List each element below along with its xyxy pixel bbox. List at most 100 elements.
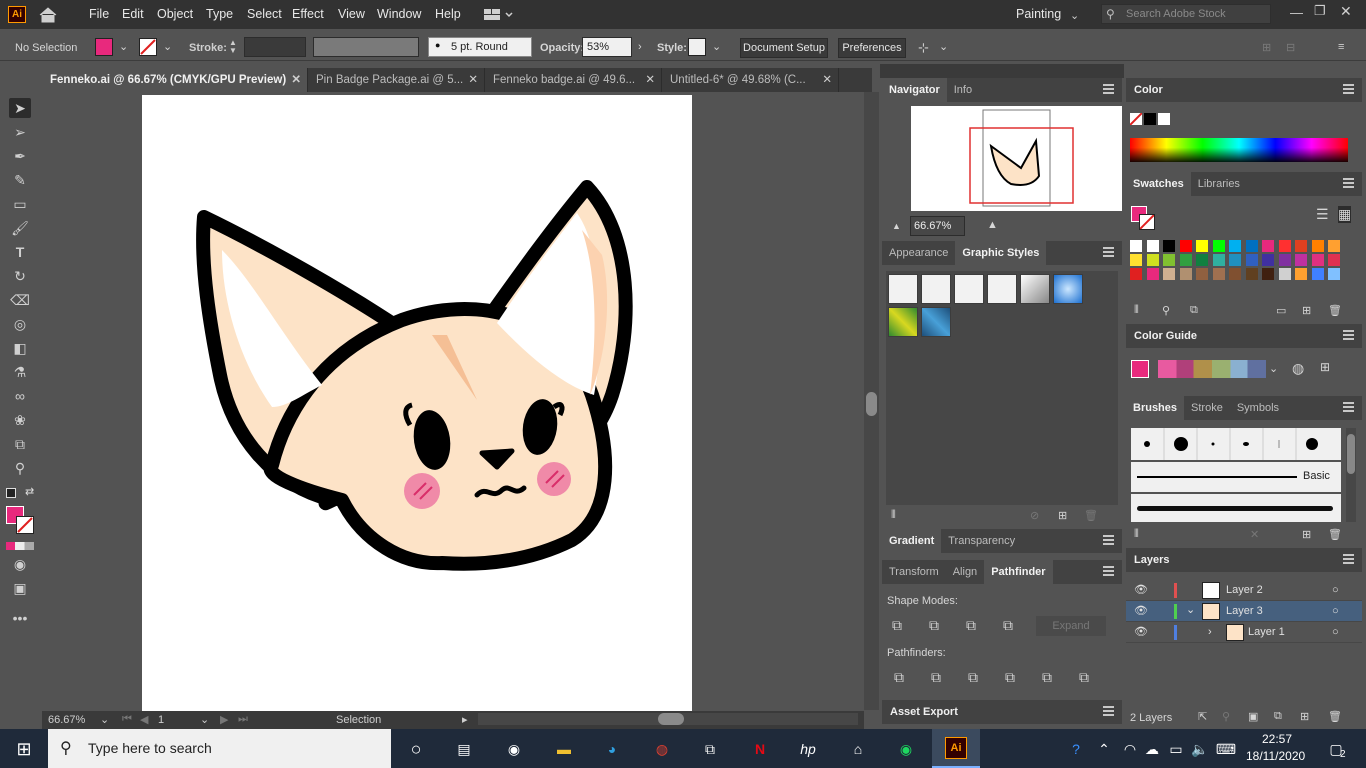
tab-navigator[interactable]: Navigator <box>882 78 947 102</box>
tab-pin-badge[interactable]: Pin Badge Package.ai @ 5... ✕ <box>308 68 485 92</box>
color-swatch[interactable] <box>1212 240 1225 252</box>
home-icon[interactable] <box>37 6 59 24</box>
minus-front-icon[interactable]: ⧉ <box>929 617 939 634</box>
save-group-icon[interactable]: ⊞ <box>1320 360 1330 374</box>
workspace-switcher[interactable]: Painting <box>1016 7 1061 21</box>
artboard[interactable] <box>142 95 692 711</box>
clock-time[interactable]: 22:57 <box>1262 732 1292 746</box>
edge-icon[interactable]: ◕ <box>600 737 624 761</box>
onedrive-icon[interactable]: ☁ <box>1140 737 1164 761</box>
graphic-style-gray[interactable] <box>1020 274 1050 304</box>
exclude-icon[interactable]: ⧉ <box>1003 617 1013 634</box>
horizontal-scrollbar[interactable] <box>478 713 858 725</box>
color-swatch[interactable] <box>1245 240 1258 252</box>
intersect-icon[interactable]: ⧉ <box>966 617 976 634</box>
layer-row-layer-1[interactable]: 👁 › Layer 1 ○ <box>1126 622 1362 643</box>
fill-swatch[interactable] <box>95 38 113 56</box>
document-setup-button[interactable]: Document Setup <box>740 38 828 58</box>
preferences-button[interactable]: Preferences <box>838 38 906 58</box>
align-icon[interactable]: ⊹ <box>918 40 929 56</box>
color-swatch[interactable] <box>1311 254 1324 266</box>
help-icon[interactable]: ? <box>1064 737 1088 761</box>
warp-tool-icon[interactable]: ◎ <box>9 314 31 334</box>
chevron-down-icon[interactable]: ⌄ <box>100 713 109 726</box>
graphic-style-green-pattern[interactable] <box>888 307 918 337</box>
swap-colors-icon[interactable]: ⇄ <box>25 485 34 498</box>
outline-icon[interactable]: ⧉ <box>1042 669 1052 686</box>
vertical-scrollbar[interactable] <box>864 92 879 710</box>
menu-object[interactable]: Object <box>157 7 193 21</box>
color-swatch[interactable] <box>1130 240 1142 252</box>
color-swatch[interactable] <box>1311 240 1324 252</box>
color-swatch[interactable] <box>1295 240 1307 252</box>
chevron-down-icon[interactable]: ⌄ <box>1186 600 1195 621</box>
taskbar-search-input[interactable]: Type here to search <box>88 740 212 756</box>
color-swatch[interactable] <box>1196 254 1208 266</box>
color-swatch[interactable] <box>1262 240 1274 252</box>
color-swatch[interactable] <box>1179 240 1192 252</box>
color-swatch[interactable] <box>1229 240 1241 252</box>
white-color-swatch[interactable] <box>1158 113 1170 125</box>
color-swatch[interactable] <box>1262 268 1274 280</box>
symbol-sprayer-tool-icon[interactable]: ❀ <box>9 410 31 430</box>
swatch-options-icon[interactable]: ⧉ <box>1190 304 1198 317</box>
menu-select[interactable]: Select <box>247 7 282 21</box>
more-tools-icon[interactable]: ••• <box>9 608 31 628</box>
taskbar-search[interactable]: ⚲ Type here to search <box>48 729 391 768</box>
panel-menu-icon[interactable] <box>1103 247 1114 257</box>
camera-app-icon[interactable]: ◉ <box>502 737 526 761</box>
color-swatch[interactable] <box>1163 240 1175 252</box>
brush-libraries-icon[interactable]: ⦀ <box>1134 528 1139 541</box>
graphic-style-swatch[interactable] <box>688 38 706 56</box>
default-colors-icon[interactable] <box>6 488 16 498</box>
opacity-field[interactable]: 53% <box>582 37 632 57</box>
type-tool-icon[interactable]: T <box>9 242 31 262</box>
tab-untitled[interactable]: Untitled-6* @ 49.68% (C... ✕ <box>662 68 839 92</box>
panel-menu-icon[interactable] <box>1343 330 1354 340</box>
menu-type[interactable]: Type <box>206 7 233 21</box>
panel-menu-icon[interactable] <box>1343 554 1354 564</box>
grid-view-icon[interactable]: ▦ <box>1338 206 1352 223</box>
language-icon[interactable]: ⌨ <box>1214 737 1238 761</box>
remove-stroke-icon[interactable]: ✕ <box>1250 528 1259 541</box>
stroke-swatch[interactable] <box>139 38 157 56</box>
color-swatch[interactable] <box>1229 268 1241 280</box>
tab-pathfinder[interactable]: Pathfinder <box>984 560 1053 584</box>
eyedropper-tool-icon[interactable]: ⚗ <box>9 362 31 382</box>
new-swatch-icon[interactable]: ⊞ <box>1302 304 1311 317</box>
panel-menu-icon[interactable] <box>1343 178 1354 188</box>
layer-row-layer-3[interactable]: 👁 ⌄ Layer 3 ○ <box>1126 601 1362 622</box>
menu-view[interactable]: View <box>338 7 365 21</box>
color-swatch[interactable] <box>1245 254 1258 266</box>
panel-collapse-strip[interactable] <box>880 64 1124 78</box>
panel-menu-icon[interactable] <box>1343 402 1354 412</box>
restore-icon[interactable]: ❐ <box>1314 3 1326 19</box>
color-swatch[interactable] <box>1146 254 1159 266</box>
color-swatch[interactable] <box>1130 254 1142 266</box>
color-swatch[interactable] <box>1212 254 1225 266</box>
navigator-zoom-field[interactable]: 66.67% <box>910 216 965 236</box>
illustrator-taskbar-icon[interactable]: Ai <box>932 729 980 768</box>
close-icon[interactable]: ✕ <box>468 68 478 92</box>
home-app-icon[interactable]: ⌂ <box>846 737 870 761</box>
trim-icon[interactable]: ⧉ <box>931 669 941 686</box>
color-swatch[interactable] <box>1311 268 1324 280</box>
chevron-down-icon[interactable]: ⌄ <box>1269 362 1278 375</box>
wifi-icon[interactable]: ◠ <box>1118 737 1142 761</box>
screen-mode-icon[interactable]: ▣ <box>9 578 31 598</box>
color-swatch[interactable] <box>1328 240 1340 252</box>
unite-icon[interactable]: ⧉ <box>892 617 902 634</box>
swatch-libraries-icon[interactable]: ⦀ <box>1134 304 1139 317</box>
chevron-down-icon[interactable]: ⌄ <box>200 713 209 726</box>
chevron-down-icon[interactable]: ⌄ <box>939 40 948 53</box>
layers-title[interactable]: Layers <box>1134 554 1169 566</box>
panel-menu-icon[interactable] <box>1103 84 1114 94</box>
tab-fenneko[interactable]: Fenneko.ai @ 66.67% (CMYK/GPU Preview) ✕ <box>42 68 308 92</box>
color-mode-icons[interactable] <box>6 542 34 550</box>
swatch-grid[interactable] <box>1130 240 1346 296</box>
tab-info[interactable]: Info <box>947 78 979 102</box>
zoom-in-icon[interactable]: ▲ <box>987 219 998 231</box>
color-spectrum[interactable] <box>1130 138 1348 162</box>
selection-tool-icon[interactable]: ➤ <box>9 98 31 118</box>
locate-object-icon[interactable]: ⚲ <box>1222 710 1230 723</box>
